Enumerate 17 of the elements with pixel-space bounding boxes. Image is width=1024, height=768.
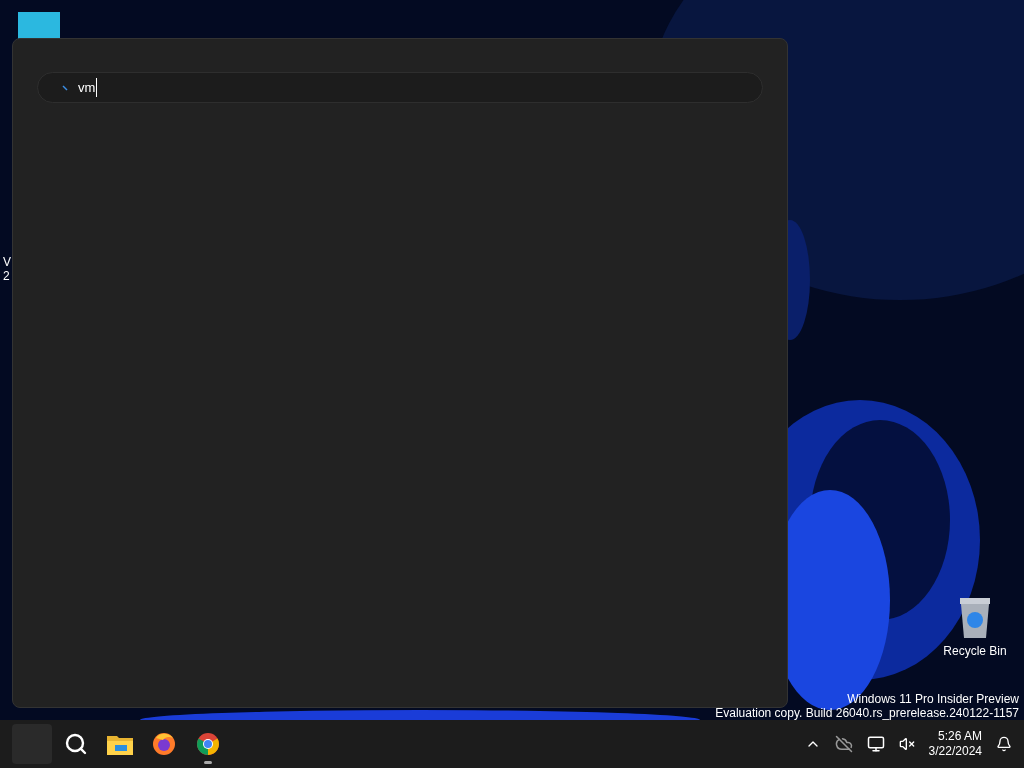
trash-bin-icon[interactable]: [957, 596, 993, 638]
folder-icon: [107, 733, 133, 755]
search-icon: [64, 732, 88, 756]
fox-globe-icon: [152, 732, 176, 756]
desktop-icon-label: Recycle Bin: [943, 643, 1007, 660]
running-indicator: [204, 761, 212, 764]
desktop-icon-label: 2: [3, 269, 11, 283]
monitor-icon[interactable]: [866, 735, 885, 753]
search-field[interactable]: vm: [37, 72, 763, 103]
clock[interactable]: 5:26 AM 3/22/2024: [928, 729, 982, 759]
speaker-muted-icon[interactable]: [898, 736, 915, 752]
circle-logo-icon: [196, 732, 220, 756]
desktop-icon-label: V: [3, 255, 11, 269]
bell-icon[interactable]: [996, 736, 1012, 752]
search-query: vm: [78, 77, 98, 98]
watermark-text: Evaluation copy. Build 26040.rs_prerelease.240122-1157: [715, 706, 1019, 720]
cloud-off-icon[interactable]: [834, 735, 853, 753]
